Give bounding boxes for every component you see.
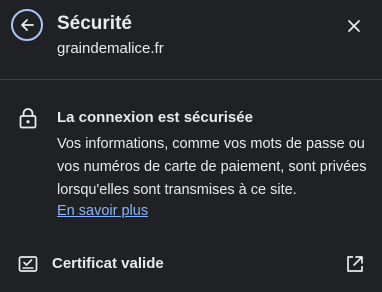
arrow-left-icon: [21, 19, 34, 31]
security-panel: Sécurité graindemalice.fr La connexion e…: [0, 0, 382, 292]
close-button[interactable]: [342, 14, 366, 38]
certificate-row[interactable]: Certificat valide: [0, 247, 382, 281]
certificate-label: Certificat valide: [52, 255, 164, 272]
site-domain: graindemalice.fr: [57, 40, 164, 57]
open-external-icon[interactable]: [345, 254, 365, 274]
panel-header: Sécurité graindemalice.fr: [0, 0, 382, 79]
connection-description: Vos informations, comme vos mots de pass…: [57, 136, 367, 198]
lock-icon: [19, 108, 37, 129]
header-divider: [0, 79, 382, 80]
connection-status-title: La connexion est sécurisée: [57, 109, 253, 126]
learn-more-link[interactable]: En savoir plus: [57, 201, 148, 221]
close-icon: [348, 20, 360, 32]
certificate-icon: [18, 256, 38, 272]
back-button[interactable]: [11, 9, 43, 41]
page-title: Sécurité: [57, 13, 132, 34]
